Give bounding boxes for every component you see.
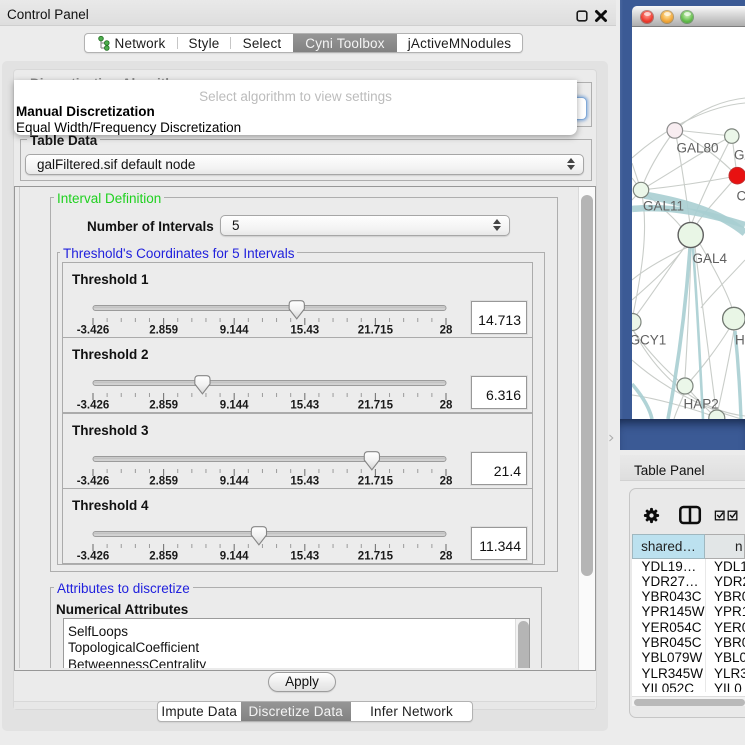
svg-text:21.715: 21.715 (358, 400, 394, 412)
svg-text:2.859: 2.859 (149, 476, 178, 488)
svg-text:HAP2: HAP2 (684, 397, 719, 412)
svg-text:15.43: 15.43 (290, 325, 319, 337)
svg-text:28: 28 (440, 551, 453, 563)
svg-text:2.859: 2.859 (149, 551, 178, 563)
svg-text:28: 28 (440, 325, 453, 337)
svg-text:GAL11: GAL11 (643, 199, 684, 214)
svg-text:9.144: 9.144 (220, 551, 249, 563)
svg-text:-3.426: -3.426 (77, 325, 110, 337)
svg-text:28: 28 (440, 400, 453, 412)
svg-text:15.43: 15.43 (290, 476, 319, 488)
svg-text:-3.426: -3.426 (77, 551, 110, 563)
svg-text:9.144: 9.144 (220, 400, 249, 412)
svg-text:21.715: 21.715 (358, 476, 394, 488)
svg-text:21.715: 21.715 (358, 551, 394, 563)
svg-text:15.43: 15.43 (290, 551, 319, 563)
svg-text:2.859: 2.859 (149, 400, 178, 412)
svg-text:21.715: 21.715 (358, 325, 394, 337)
svg-text:HIS: HIS (735, 333, 745, 348)
svg-text:9.144: 9.144 (220, 476, 249, 488)
svg-text:28: 28 (440, 476, 453, 488)
svg-text:-3.426: -3.426 (77, 476, 110, 488)
svg-text:GCY1: GCY1 (632, 333, 666, 348)
svg-text:2.859: 2.859 (149, 325, 178, 337)
svg-text:CR: CR (737, 189, 745, 204)
svg-text:GAL4: GAL4 (693, 251, 728, 266)
svg-text:GAL7: GAL7 (734, 148, 745, 163)
svg-text:-3.426: -3.426 (77, 400, 110, 412)
svg-text:9.144: 9.144 (220, 325, 249, 337)
svg-text:15.43: 15.43 (290, 400, 319, 412)
svg-text:GAL80: GAL80 (677, 141, 719, 156)
